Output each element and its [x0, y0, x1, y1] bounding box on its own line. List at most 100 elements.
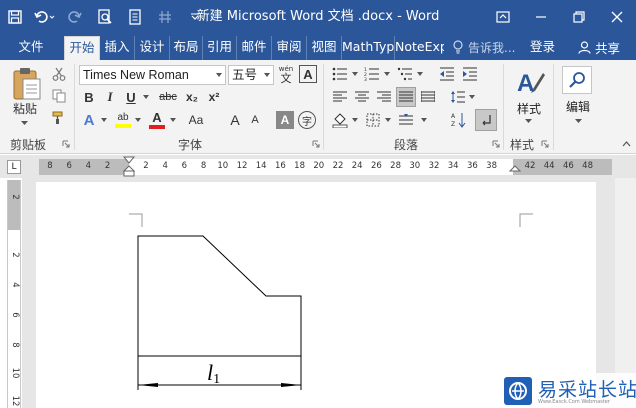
copy-button[interactable]	[50, 87, 68, 105]
bold-button[interactable]: B	[80, 88, 98, 106]
editing-dropdown[interactable]	[572, 116, 584, 126]
ruler-tick-label: 30	[409, 161, 421, 171]
text-effects-dropdown[interactable]	[99, 110, 109, 130]
paste-label[interactable]: 粘贴	[8, 98, 42, 118]
shading-button[interactable]	[330, 110, 350, 130]
tab-references[interactable]: 引用	[202, 36, 236, 60]
multilevel-list-button[interactable]	[395, 65, 415, 83]
dialog-launcher-icon[interactable]	[62, 140, 70, 148]
decrease-indent-button[interactable]	[437, 65, 457, 83]
dialog-launcher-icon[interactable]	[492, 140, 500, 148]
enclosed-char-button[interactable]: 字	[298, 111, 316, 129]
tab-review[interactable]: 审阅	[271, 36, 306, 60]
save-button[interactable]	[0, 2, 30, 32]
tab-selector[interactable]: L	[7, 160, 21, 174]
tab-design[interactable]: 设计	[134, 36, 169, 60]
vertical-ruler[interactable]: 2 2 4 6 8 10 12	[7, 180, 21, 408]
font-name-combo[interactable]: Times New Roman	[79, 65, 226, 85]
ruler-tick-label: 44	[543, 161, 555, 171]
distributed-button[interactable]	[418, 88, 438, 106]
underline-dropdown[interactable]	[141, 88, 151, 106]
chevron-down-icon	[191, 13, 199, 20]
format-painter-button[interactable]	[50, 109, 68, 127]
superscript-button[interactable]: x²	[204, 88, 224, 106]
bullets-dropdown[interactable]	[351, 65, 359, 83]
styles-button[interactable]: A	[510, 65, 550, 99]
minimize-button[interactable]	[522, 0, 560, 34]
collapse-ribbon-button[interactable]	[620, 138, 632, 150]
text-effects-button[interactable]: A	[80, 110, 98, 130]
align-left-button[interactable]	[330, 88, 350, 106]
restore-icon	[573, 11, 585, 23]
grow-font-button[interactable]: A	[226, 110, 244, 130]
shrink-font-button[interactable]: A	[246, 110, 264, 130]
touch-mode-button[interactable]	[150, 2, 180, 32]
numbering-dropdown[interactable]	[383, 65, 391, 83]
underline-button[interactable]: U	[122, 88, 140, 106]
highlight-dropdown[interactable]	[133, 110, 143, 130]
tab-view[interactable]: 视图	[306, 36, 341, 60]
character-border-button[interactable]: A	[299, 65, 317, 83]
cut-button[interactable]	[50, 65, 68, 83]
strikethrough-button[interactable]: abc	[156, 88, 180, 106]
paste-button[interactable]	[8, 66, 46, 102]
ruler-tick-label: 8	[200, 161, 207, 171]
numbering-button[interactable]: 123	[362, 65, 382, 83]
tab-insert[interactable]: 插入	[101, 36, 133, 60]
phonetic-guide-button[interactable]: wén 文	[276, 64, 296, 86]
tab-layout[interactable]: 布局	[169, 36, 202, 60]
chinese-layout-button[interactable]	[396, 110, 416, 130]
restore-button[interactable]	[560, 0, 598, 34]
tab-noteexpress[interactable]: NoteExpress	[394, 36, 444, 60]
change-case-button[interactable]: Aa	[184, 110, 208, 130]
italic-button[interactable]: I	[101, 88, 119, 106]
ruler-tick-label: 22	[332, 161, 344, 171]
multilevel-dropdown[interactable]	[416, 65, 424, 83]
share-button[interactable]: 共享	[565, 37, 633, 58]
borders-dropdown[interactable]	[384, 110, 392, 130]
close-button[interactable]	[598, 0, 636, 34]
styles-dropdown[interactable]	[522, 116, 534, 126]
tab-file[interactable]: 文件	[8, 36, 54, 60]
borders-button[interactable]	[363, 110, 383, 130]
ribbon-display-button[interactable]	[484, 0, 522, 34]
font-color-button[interactable]: A	[147, 110, 167, 130]
show-marks-button[interactable]	[475, 109, 497, 131]
increase-indent-button[interactable]	[460, 65, 480, 83]
font-size-combo[interactable]: 五号	[228, 65, 274, 85]
undo-button[interactable]	[30, 2, 60, 32]
indent-markers-icon[interactable]	[122, 156, 136, 178]
crop-mark-top-right	[519, 213, 533, 227]
doc-button[interactable]	[120, 2, 150, 32]
tell-me-box[interactable]: 告诉我...	[452, 34, 515, 60]
customize-qat-button[interactable]	[180, 2, 210, 32]
editing-button[interactable]	[562, 66, 592, 94]
dialog-launcher-icon[interactable]	[541, 140, 549, 148]
character-shading-button[interactable]: A	[276, 111, 294, 129]
subscript-button[interactable]: x₂	[182, 88, 202, 106]
login-link[interactable]: 登录	[530, 34, 555, 60]
redo-button[interactable]	[60, 2, 90, 32]
bullets-button[interactable]	[330, 65, 350, 83]
paste-dropdown[interactable]	[18, 118, 30, 128]
highlight-button[interactable]: ab	[113, 110, 133, 130]
tab-home[interactable]: 开始	[64, 36, 100, 60]
justify-button[interactable]	[396, 87, 416, 107]
tab-mathtype[interactable]: MathType	[341, 36, 394, 60]
right-indent-marker-icon[interactable]	[508, 165, 522, 177]
font-color-dropdown[interactable]	[168, 110, 178, 130]
align-center-button[interactable]	[352, 88, 372, 106]
line-spacing-dropdown[interactable]	[468, 88, 476, 106]
ruler-tick-label: 38	[486, 161, 497, 171]
sort-button[interactable]: AZ	[448, 110, 468, 130]
styles-group-label: 样式	[510, 138, 535, 152]
align-right-button[interactable]	[374, 88, 394, 106]
dialog-launcher-icon[interactable]	[312, 140, 320, 148]
shading-dropdown[interactable]	[351, 110, 359, 130]
indent-icon	[463, 67, 477, 81]
line-spacing-button[interactable]	[448, 88, 468, 106]
chinese-layout-dropdown[interactable]	[420, 110, 428, 130]
print-preview-button[interactable]	[90, 2, 120, 32]
tab-mailings[interactable]: 邮件	[236, 36, 271, 60]
ruler-tick-label: 46	[562, 161, 574, 171]
